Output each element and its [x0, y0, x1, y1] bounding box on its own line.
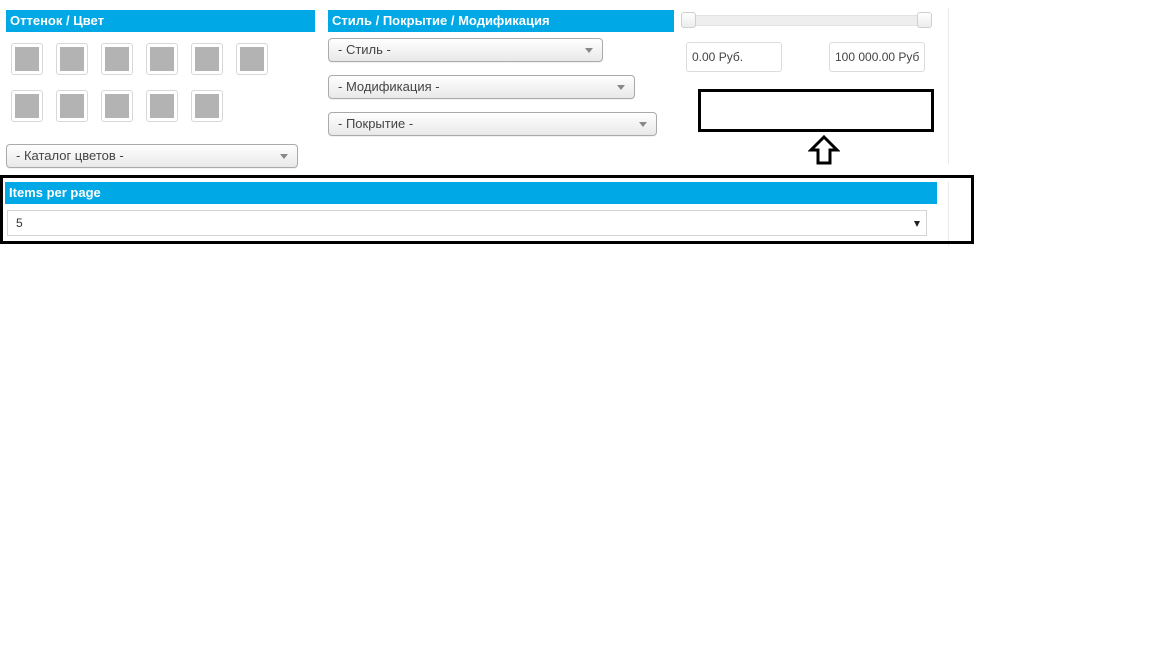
color-swatch[interactable]: [101, 43, 133, 75]
color-swatch[interactable]: [146, 43, 178, 75]
chevron-down-icon: [585, 48, 593, 53]
color-swatch[interactable]: [11, 90, 43, 122]
color-swatch[interactable]: [191, 90, 223, 122]
chevron-down-icon: [617, 85, 625, 90]
coating-select[interactable]: - Покрытие -: [328, 112, 657, 136]
color-swatch[interactable]: [236, 43, 268, 75]
price-max-input[interactable]: 100 000.00 Руб: [829, 42, 925, 72]
color-swatch[interactable]: [11, 43, 43, 75]
style-filter-header: Стиль / Покрытие / Модификация: [328, 10, 674, 32]
style-select-label: - Стиль -: [338, 42, 391, 57]
chevron-down-icon: [280, 154, 288, 159]
price-slider-min-handle[interactable]: [681, 12, 696, 28]
color-filter-header: Оттенок / Цвет: [6, 10, 315, 32]
color-swatch[interactable]: [191, 43, 223, 75]
panel-divider: [948, 8, 949, 164]
color-catalog-select-label: - Каталог цветов -: [16, 148, 124, 163]
annotation-highlight-box: [698, 89, 934, 132]
color-swatch[interactable]: [146, 90, 178, 122]
price-min-input[interactable]: 0.00 Руб.: [686, 42, 782, 72]
annotation-items-per-page-box: [0, 175, 974, 244]
color-swatch[interactable]: [56, 43, 88, 75]
price-slider-track[interactable]: [682, 15, 932, 26]
color-catalog-select[interactable]: - Каталог цветов -: [6, 144, 298, 168]
style-select[interactable]: - Стиль -: [328, 38, 603, 62]
coating-select-label: - Покрытие -: [338, 116, 414, 131]
price-slider-max-handle[interactable]: [917, 12, 932, 28]
color-swatch[interactable]: [56, 90, 88, 122]
arrow-up-icon: [808, 134, 840, 165]
modification-select-label: - Модификация -: [338, 79, 440, 94]
chevron-down-icon: [639, 122, 647, 127]
color-swatch[interactable]: [101, 90, 133, 122]
modification-select[interactable]: - Модификация -: [328, 75, 635, 99]
